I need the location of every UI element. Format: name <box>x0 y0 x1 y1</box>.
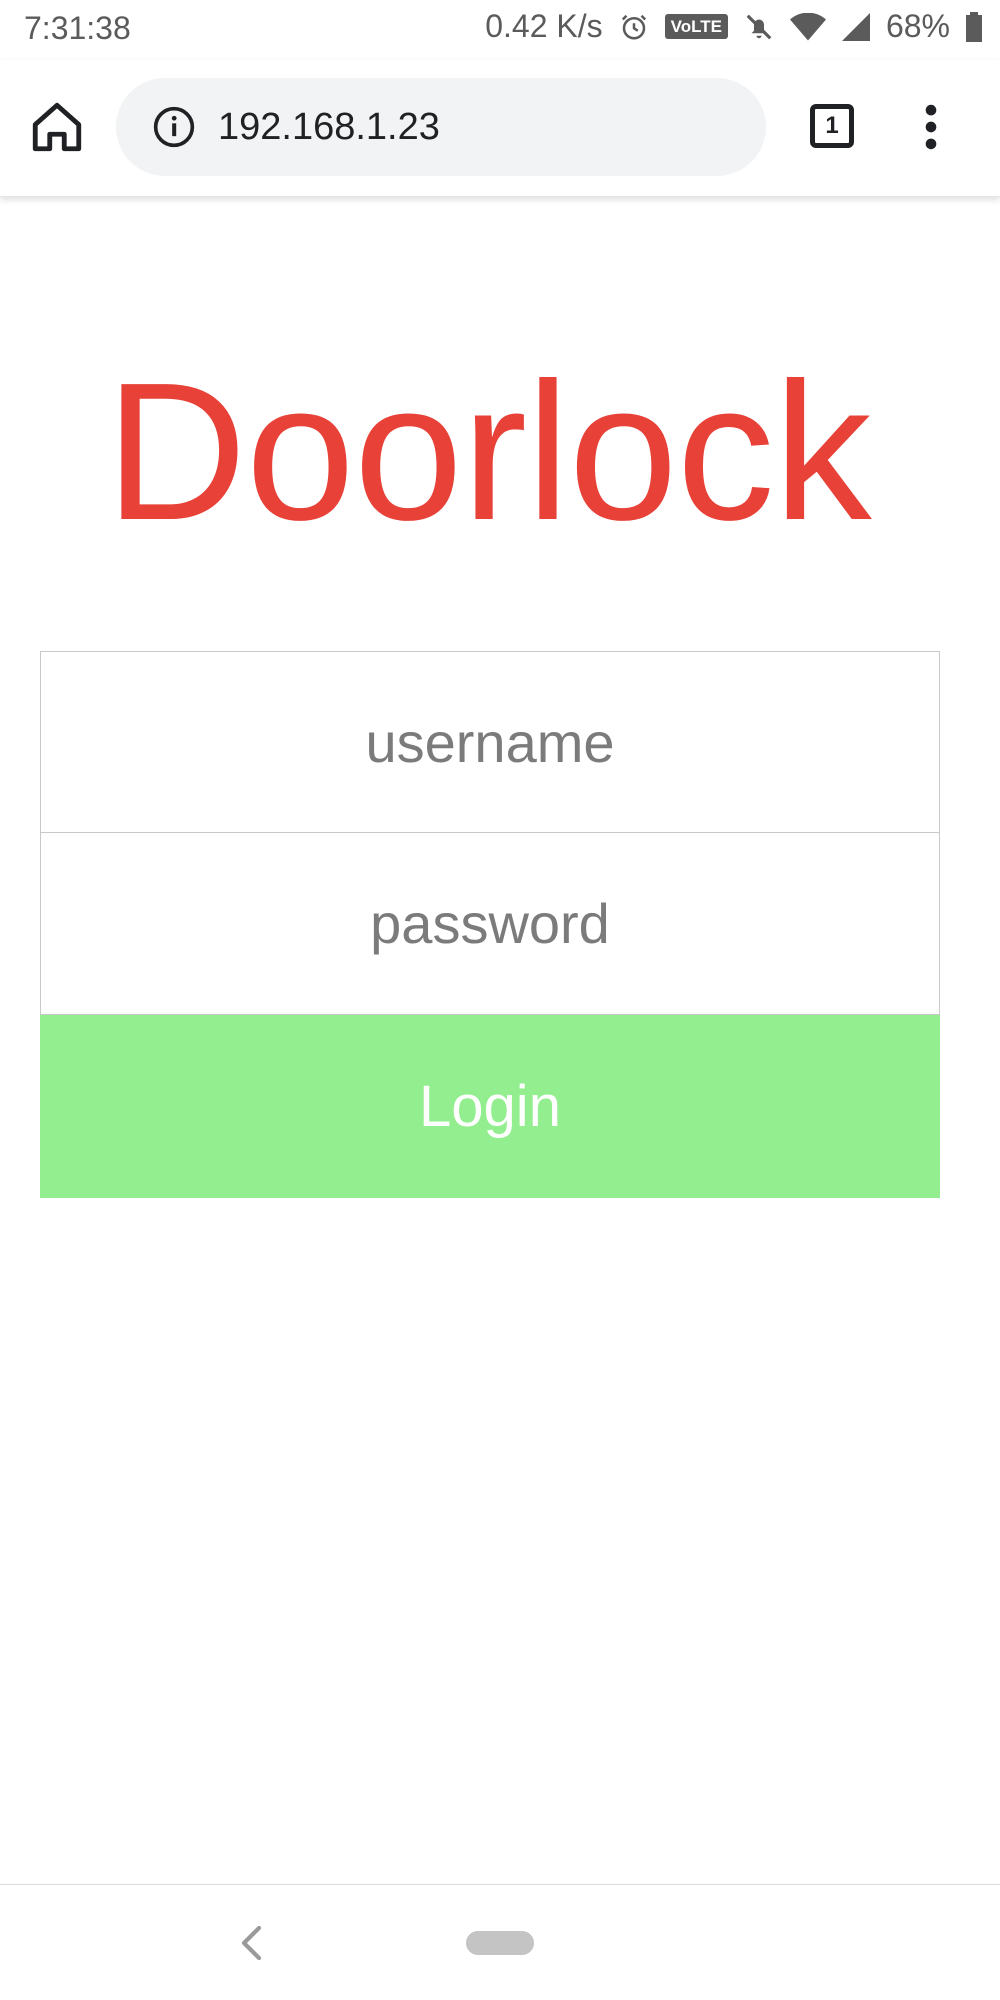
home-pill[interactable] <box>466 1931 534 1955</box>
browser-toolbar: 192.168.1.23 1 <box>0 60 1000 197</box>
url-bar[interactable]: 192.168.1.23 <box>116 78 766 176</box>
back-icon[interactable] <box>238 1925 268 1961</box>
volte-icon: VoLTE <box>664 14 728 39</box>
status-icons: 0.42 K/s VoLTE 68% <box>485 8 982 45</box>
password-field[interactable] <box>40 833 940 1015</box>
username-field[interactable] <box>40 651 940 833</box>
login-form: Login <box>40 651 940 1198</box>
battery-percent: 68% <box>885 8 950 44</box>
info-icon[interactable] <box>152 105 196 149</box>
status-bar: 7:31:38 0.42 K/s VoLTE 68% <box>0 0 1000 60</box>
system-nav-bar <box>0 1884 1000 2000</box>
wifi-icon <box>789 12 826 41</box>
network-speed: 0.42 K/s <box>485 8 603 44</box>
alarm-icon <box>619 12 649 42</box>
home-icon[interactable] <box>28 98 86 156</box>
bell-off-icon <box>744 12 774 42</box>
signal-icon <box>841 12 870 41</box>
status-time: 7:31:38 <box>24 10 131 46</box>
page-title: Doorlock <box>105 342 871 561</box>
tabs-icon[interactable]: 1 <box>810 104 854 148</box>
more-vert-icon[interactable] <box>918 98 944 156</box>
login-button[interactable]: Login <box>40 1015 940 1198</box>
battery-icon <box>966 11 982 42</box>
url-text[interactable]: 192.168.1.23 <box>218 106 440 149</box>
